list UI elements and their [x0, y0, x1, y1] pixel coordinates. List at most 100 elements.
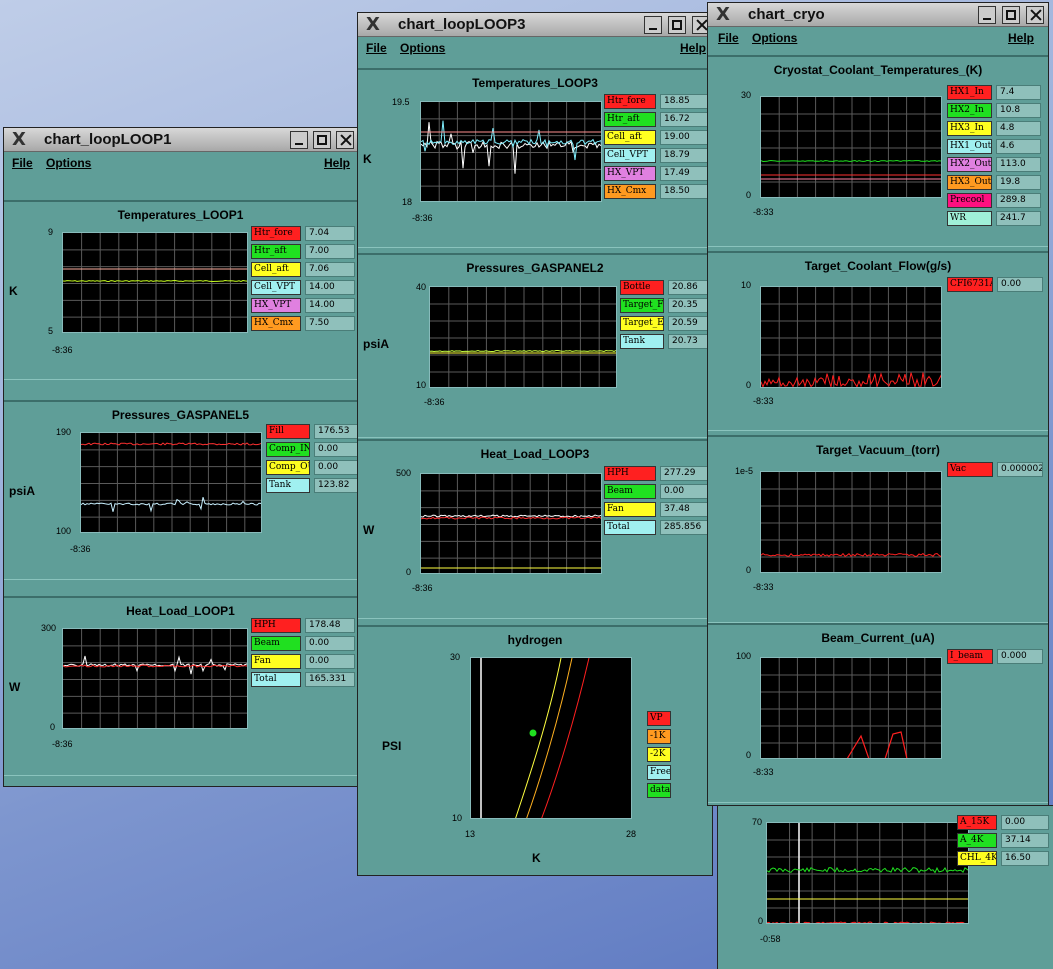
legend-series-button[interactable]: Cell_VPT [604, 148, 656, 163]
legend-series-button[interactable]: Beam [251, 636, 301, 651]
cell-aft-trace [63, 279, 247, 283]
legend-value: 113.0 [996, 157, 1041, 172]
legend-series-button[interactable]: A_15K [957, 815, 997, 830]
legend-series-button[interactable]: HX_Cmx [251, 316, 301, 331]
legend-value: 17.49 [660, 166, 708, 181]
menu-file[interactable]: File [366, 41, 387, 55]
legend-series-button[interactable]: HX_VPT [604, 166, 656, 181]
legend-series-button[interactable]: Target_Fi [620, 298, 664, 313]
maximize-icon[interactable] [313, 131, 331, 149]
legend-series-button[interactable]: Target_Ex [620, 316, 664, 331]
close-icon[interactable] [1026, 6, 1044, 24]
legend-series-button[interactable]: Htr_aft [604, 112, 656, 127]
xtick-max: 28 [626, 829, 637, 839]
menu-options[interactable]: Options [46, 156, 91, 170]
legend-series-button[interactable]: Comp_OU [266, 460, 310, 475]
legend-series-button[interactable]: HX_Cmx [604, 184, 656, 199]
legend-series-button[interactable]: Bottle [620, 280, 664, 295]
legend-series-button[interactable]: A_4K [957, 833, 997, 848]
legend-series-button[interactable]: Freeze [647, 765, 671, 780]
menu-file[interactable]: File [718, 31, 739, 45]
legend-series-button[interactable]: -1K [647, 729, 671, 744]
legend-series-button[interactable]: Cell_VPT [251, 280, 301, 295]
titlebar[interactable]: X chart_loopLOOP3 [358, 13, 712, 37]
legend-series-button[interactable]: Tank [620, 334, 664, 349]
legend-series-button[interactable]: Htr_aft [251, 244, 301, 259]
menu-options[interactable]: Options [752, 31, 797, 45]
legend-series-button[interactable]: Fan [604, 502, 656, 517]
legend-series-button[interactable]: HPH [251, 618, 301, 633]
legend-series-button[interactable]: Tank [266, 478, 310, 493]
menu-help[interactable]: Help [1008, 31, 1034, 45]
legend-row: Target_Ex 20.59 [620, 316, 712, 331]
legend-row: Comp_OU 0.00 [266, 460, 357, 475]
legend-series-button[interactable]: Cell_aft [604, 130, 656, 145]
ytick-max: 70 [752, 817, 763, 827]
legend-series-button[interactable]: Fan [251, 654, 301, 669]
pressures-gaspanel5-svg [81, 433, 261, 532]
legend-series-button[interactable]: Htr_fore [251, 226, 301, 241]
menu-options[interactable]: Options [400, 41, 445, 55]
plot-area [470, 657, 632, 819]
legend-series-button[interactable]: VP [647, 711, 671, 726]
legend-row: Total 285.856 [604, 520, 708, 535]
minimize-icon[interactable] [290, 131, 308, 149]
legend-series-button[interactable]: HX3_Out [947, 175, 992, 190]
legend-series-button[interactable]: Vac [947, 462, 993, 477]
legend-series-button[interactable]: Total [251, 672, 301, 687]
legend-series-button[interactable]: HX1_In [947, 85, 992, 100]
legend-series-button[interactable]: HX2_Out [947, 157, 992, 172]
legend-series-button[interactable]: Precool [947, 193, 992, 208]
ytick-min: 0 [746, 190, 752, 200]
legend-series-button[interactable]: Cell_aft [251, 262, 301, 277]
maximize-icon[interactable] [668, 16, 686, 34]
legend-series-button[interactable]: HPH [604, 466, 656, 481]
menubar: File Options Help [358, 37, 712, 59]
legend-series-button[interactable]: Fill [266, 424, 310, 439]
legend-series-button[interactable]: Htr_fore [604, 94, 656, 109]
minimize-icon[interactable] [978, 6, 996, 24]
legend-series-button[interactable]: HX_VPT [251, 298, 301, 313]
menu-file[interactable]: File [12, 156, 33, 170]
ytick-min: 0 [746, 750, 752, 760]
legend-series-button[interactable]: HX1_Out [947, 139, 992, 154]
titlebar[interactable]: X chart_loopLOOP1 [4, 128, 357, 152]
menu-help[interactable]: Help [680, 41, 706, 55]
ytick-min: 10 [452, 813, 463, 823]
time-label: -8:33 [753, 767, 774, 777]
legend-series-button[interactable]: CHL_4K [957, 851, 997, 866]
legend-series-button[interactable]: Total [604, 520, 656, 535]
maximize-icon[interactable] [1002, 6, 1020, 24]
temperatures-loop3-svg [421, 102, 601, 201]
window-title: chart_loopLOOP3 [398, 16, 526, 33]
menu-help[interactable]: Help [324, 156, 350, 170]
titlebar[interactable]: X chart_cryo [708, 3, 1048, 27]
ytick-min: 5 [48, 326, 54, 336]
legend-series-button[interactable]: -2K [647, 747, 671, 762]
close-icon[interactable] [336, 131, 354, 149]
legend-series-button[interactable]: I_beam [947, 649, 993, 664]
legend-series-button[interactable]: data [647, 783, 671, 798]
window-loop3: X chart_loopLOOP3 File Options Help Temp… [357, 12, 713, 876]
legend-series-button[interactable]: HX3_In [947, 121, 992, 136]
legend-row: -1K [647, 729, 675, 744]
y-axis-label: PSI [382, 739, 402, 753]
legend-series-button[interactable]: Comp_IN [266, 442, 310, 457]
legend-row: Comp_IN 0.00 [266, 442, 357, 457]
window-loop1: X chart_loopLOOP1 File Options Help Temp… [3, 127, 358, 787]
legend-value: 0.00 [997, 277, 1043, 292]
legend-series-button[interactable]: HX2_In [947, 103, 992, 118]
ytick-max: 10 [741, 280, 752, 290]
legend-series-button[interactable]: CFI6731A [947, 277, 993, 292]
legend-value: 7.50 [305, 316, 355, 331]
legend-value: 7.00 [305, 244, 355, 259]
plot-area [760, 657, 942, 759]
legend-value: 178.48 [305, 618, 355, 633]
legend-value: 123.82 [314, 478, 357, 493]
legend-series-button[interactable]: Beam [604, 484, 656, 499]
legend-row: Total 165.331 [251, 672, 355, 687]
hydrogen-phase-svg [480, 658, 590, 818]
legend-series-button[interactable]: WR [947, 211, 992, 226]
minimize-icon[interactable] [644, 16, 662, 34]
y-axis-label: K [363, 152, 372, 166]
